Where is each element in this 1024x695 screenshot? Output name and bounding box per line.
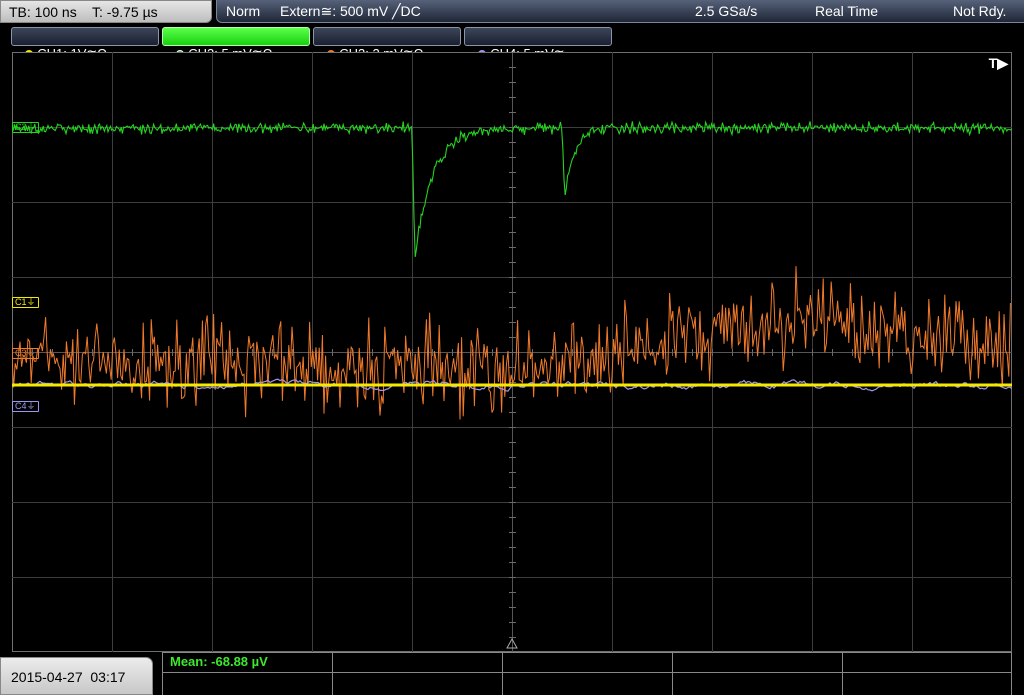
ch4-offset-marker[interactable]: C4⏚ [12, 401, 39, 412]
sample-rate: 2.5 GSa/s [695, 3, 758, 19]
measurement-cell-5 [842, 652, 843, 695]
measurement-cell-2 [332, 652, 333, 695]
waveform-traces [12, 120, 1012, 649]
measurement-cell-4 [672, 652, 673, 695]
measurement-bar[interactable]: Mean: -68.88 µV [162, 652, 1012, 695]
acquisition-mode: Real Time [815, 3, 879, 19]
measurement-cell-1 [162, 652, 163, 695]
measurement-divider-top [162, 652, 1012, 653]
trigger-time-value: T: -9.75 µs [92, 4, 158, 20]
ch2-offset-marker[interactable]: C2⏚ [12, 122, 39, 133]
tab-ch2[interactable]: CH2: 5 mV≅Ω [162, 27, 310, 61]
tab-ch1[interactable]: CH1: 1V≅Ω [11, 27, 159, 61]
waveform-display[interactable]: T▶ C2⏚ C1⏚ C3⏚ C4⏚ [12, 52, 1012, 652]
measurement-cell-3 [502, 652, 503, 695]
trigger-position-marker [506, 637, 518, 649]
measurement-cell-end [1011, 652, 1012, 695]
ch3-trace [12, 266, 1011, 420]
timebase-value: TB: 100 ns [9, 4, 77, 20]
status-bar: TB: 100 ns T: -9.75 µs Norm Extern≅: 500… [0, 0, 1024, 25]
tab-ch3[interactable]: CH3: 2 mV≅Ω [313, 27, 461, 61]
timebase-panel[interactable]: TB: 100 ns T: -9.75 µs [0, 0, 212, 23]
trigger-mode: Norm [226, 3, 261, 19]
tab-ch4[interactable]: CH4: 5 mV≅ [464, 27, 612, 61]
acquisition-panel[interactable]: Norm Extern≅: 500 mV ╱DC 2.5 GSa/s Real … [216, 0, 1024, 23]
date-time: 2015-04-27 03:17 [11, 669, 126, 685]
measurement-divider-row [162, 672, 1012, 673]
ch1-offset-marker[interactable]: C1⏚ [12, 297, 39, 308]
run-state: Not Rdy. [953, 3, 1007, 19]
ch2-trace [12, 120, 1012, 257]
trigger-indicator[interactable]: T▶ [989, 55, 1008, 72]
mean-measurement: Mean: -68.88 µV [170, 654, 268, 669]
date-time-display: 2015-04-27 03:17 [0, 657, 153, 695]
trigger-source: Extern≅: 500 mV ╱DC [280, 3, 421, 19]
ch3-offset-marker[interactable]: C3⏚ [12, 348, 39, 359]
